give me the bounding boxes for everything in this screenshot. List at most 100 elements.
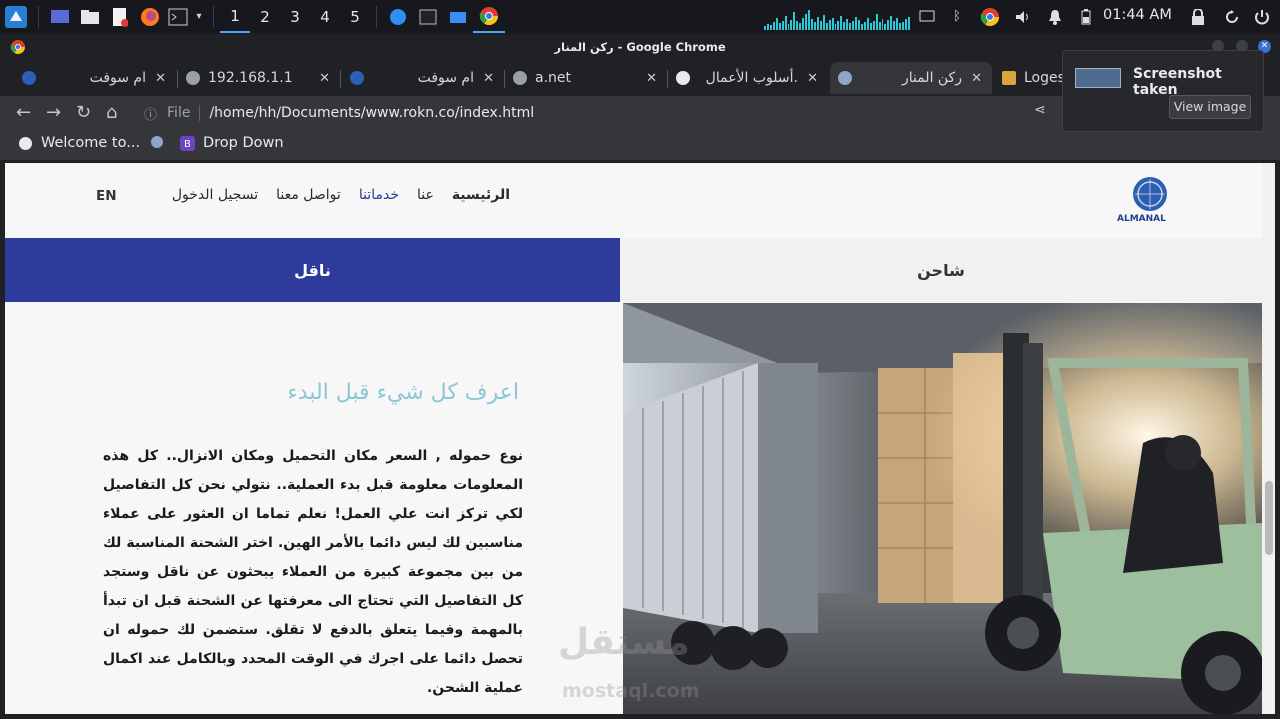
forward-icon[interactable]: →: [46, 102, 61, 123]
bookmark-welcome[interactable]: Welcome to...: [18, 135, 140, 151]
close-tab-icon[interactable]: ✕: [319, 71, 330, 86]
url-text[interactable]: /home/hh/Documents/www.rokn.co/index.htm…: [209, 105, 534, 121]
nav-home[interactable]: الرئيسية: [452, 187, 510, 203]
screenshot-thumbnail[interactable]: [1075, 68, 1121, 88]
tab-shahen[interactable]: شاحن: [620, 238, 1262, 302]
tab-7[interactable]: Loges: [994, 62, 1065, 94]
tab-title: ام سوفت: [417, 70, 474, 86]
info-icon[interactable]: ⓘ: [144, 104, 157, 123]
cpu-graph: [764, 8, 910, 30]
app-menu-icon[interactable]: [0, 0, 32, 33]
workspace-4[interactable]: 4: [310, 0, 340, 33]
cpu-graph-bar: [840, 16, 843, 30]
terminal-task-icon[interactable]: [413, 0, 443, 33]
section-heading: اعرف كل شيء قبل البدء: [287, 380, 519, 405]
bluetooth-icon[interactable]: ᛒ: [948, 0, 966, 33]
tab-6-active[interactable]: ركن المنار ✕: [830, 62, 992, 94]
workspace-1[interactable]: 1: [220, 0, 250, 33]
file-manager-icon[interactable]: [75, 0, 105, 33]
view-image-button[interactable]: View image: [1169, 95, 1251, 119]
scheme-label: File: [167, 105, 191, 121]
tab-1[interactable]: ام سوفت ✕: [14, 62, 176, 94]
home-icon[interactable]: ⌂: [106, 102, 117, 123]
tab-title: أسلوب الأعمال.: [705, 70, 798, 86]
cpu-graph-bar: [766, 24, 769, 30]
close-tab-icon[interactable]: ✕: [155, 71, 166, 86]
close-tab-icon[interactable]: ✕: [483, 71, 494, 86]
close-tab-icon[interactable]: ✕: [971, 71, 982, 86]
reload-icon[interactable]: ↻: [76, 102, 91, 123]
warehouse-photo: [623, 303, 1262, 714]
text-editor-icon[interactable]: [105, 0, 135, 33]
divider: [376, 5, 377, 28]
cpu-graph-bar: [863, 22, 866, 30]
bell-icon[interactable]: [1044, 0, 1066, 33]
nav-contact[interactable]: تواصل معنا: [276, 187, 341, 203]
desktop-icon[interactable]: [45, 0, 75, 33]
section-paragraph: نوع حموله , السعر مكان التحميل ومكان الا…: [103, 448, 523, 696]
close-tab-icon[interactable]: ✕: [646, 71, 657, 86]
cpu-graph-bar: [793, 12, 796, 30]
address-bar[interactable]: ⓘ File /home/hh/Documents/www.rokn.co/in…: [136, 99, 1066, 127]
page-scrollbar[interactable]: [1262, 163, 1275, 714]
language-toggle[interactable]: EN: [96, 188, 117, 204]
nav-services[interactable]: خدماتنا: [359, 187, 399, 203]
cpu-graph-bar: [784, 16, 787, 30]
firefox-icon[interactable]: [135, 0, 165, 33]
tab-4[interactable]: a.net ✕: [505, 62, 667, 94]
cpu-graph-bar: [866, 18, 869, 30]
workspace-label: 4: [320, 7, 330, 26]
tab-3[interactable]: ام سوفت ✕: [342, 62, 504, 94]
lock-icon[interactable]: [1186, 0, 1210, 33]
cpu-graph-bar: [878, 22, 881, 30]
back-icon[interactable]: ←: [16, 102, 31, 123]
taskbar: ▾ 1 2 3 4 5 ᛒ 01:44 AM: [0, 0, 1280, 33]
tab-5[interactable]: أسلوب الأعمال. ✕: [668, 62, 828, 94]
cpu-graph-bar: [802, 18, 805, 30]
screen-icon[interactable]: [916, 0, 938, 33]
tab-naqel[interactable]: ناقل: [5, 238, 620, 302]
close-tab-icon[interactable]: ✕: [807, 71, 818, 86]
workspace-3[interactable]: 3: [280, 0, 310, 33]
browser-task-icon[interactable]: [383, 0, 413, 33]
cpu-graph-bar: [778, 23, 781, 30]
power-icon[interactable]: [1250, 0, 1274, 33]
globe-icon: [513, 71, 527, 85]
workspace-label: 2: [260, 7, 270, 26]
battery-icon[interactable]: [1076, 0, 1096, 33]
workspace-2[interactable]: 2: [250, 0, 280, 33]
chrome-tray-icon[interactable]: [978, 0, 1002, 33]
workspace-5[interactable]: 5: [340, 0, 370, 33]
clock: 01:44 AM: [1103, 7, 1172, 23]
site-logo[interactable]: ALMANAL: [1115, 175, 1175, 225]
chevron-down-icon[interactable]: ▾: [191, 0, 207, 33]
bookmark-dropdown[interactable]: B Drop Down: [180, 135, 284, 151]
nav-login[interactable]: تسجيل الدخول: [172, 187, 258, 203]
cpu-graph-bar: [907, 17, 910, 30]
nav-links: الرئيسية عنا خدماتنا تواصل معنا تسجيل ال…: [172, 187, 510, 203]
cpu-graph-bar: [872, 21, 875, 30]
service-tabs: ناقل شاحن: [5, 238, 1262, 302]
cpu-graph-bar: [884, 24, 887, 30]
cpu-graph-bar: [837, 21, 840, 30]
scrollbar-thumb[interactable]: [1265, 481, 1273, 555]
cpu-graph-bar: [887, 20, 890, 30]
logo-text: ALMANAL: [1117, 214, 1166, 224]
tab-2[interactable]: 192.168.1.1 ✕: [178, 62, 340, 94]
bookmark-site-icon[interactable]: [150, 135, 164, 149]
svg-text:B: B: [184, 139, 191, 150]
refresh-session-icon[interactable]: [1220, 0, 1244, 33]
volume-icon[interactable]: [1012, 0, 1034, 33]
share-icon[interactable]: ⋖: [1034, 102, 1046, 118]
cpu-graph-bar: [858, 20, 860, 30]
cpu-graph-bar: [764, 26, 766, 30]
cpu-graph-bar: [805, 14, 808, 30]
cpu-graph-bar: [813, 22, 816, 30]
nav-about[interactable]: عنا: [417, 187, 434, 203]
divider: [340, 70, 341, 88]
cpu-graph-bar: [781, 21, 784, 30]
terminal-icon[interactable]: [165, 0, 191, 33]
chrome-task-icon[interactable]: [473, 0, 505, 33]
folder-task-icon[interactable]: [443, 0, 473, 33]
watermark-url: mostaql.com: [562, 680, 700, 702]
